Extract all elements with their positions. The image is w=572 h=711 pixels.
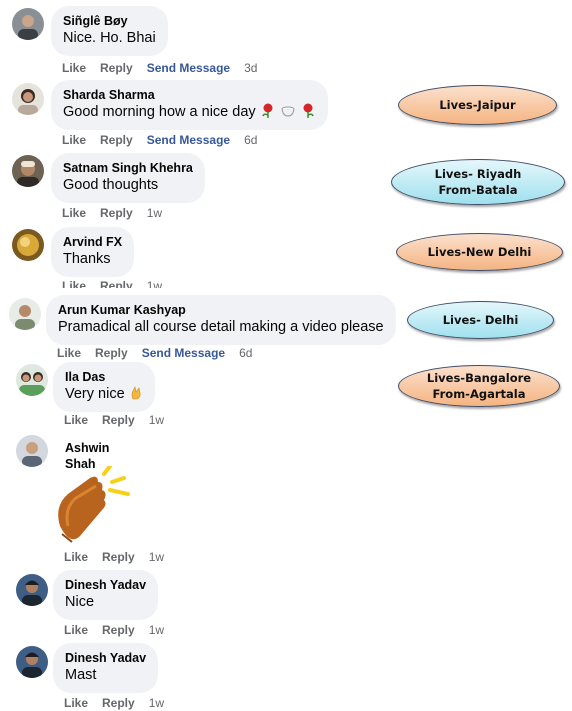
location-tag-line: Lives-Bangalore [426, 371, 532, 385]
location-tag: Lives- Riyadh From-Batala [391, 159, 565, 205]
avatar[interactable] [16, 646, 48, 678]
commenter-name[interactable]: Sharda Sharma [63, 87, 316, 103]
like-link[interactable]: Like [62, 133, 86, 147]
comment-bubble: Dinesh Yadav Nice [53, 570, 159, 620]
commenter-name[interactable]: Siñglê Bøy [63, 13, 156, 29]
location-tag-line: From-Agartala [432, 387, 526, 401]
comment-timestamp[interactable]: 1w [147, 206, 162, 220]
comment-actions: Like Reply Send Message 3d [62, 61, 271, 75]
comment-bubble: Dinesh Yadav Mast [53, 643, 159, 693]
comment-text: Nice [65, 594, 95, 610]
like-link[interactable]: Like [62, 279, 86, 288]
send-message-link[interactable]: Send Message [147, 133, 230, 147]
comment-timestamp[interactable]: 1w [149, 550, 164, 564]
like-link[interactable]: Like [64, 696, 88, 710]
reply-link[interactable]: Reply [100, 61, 133, 75]
comment-bubble: Siñglê Bøy Nice. Ho. Bhai [51, 6, 168, 56]
commenter-name[interactable]: Arun Kumar Kashyap [58, 302, 384, 318]
comment-timestamp[interactable]: 1w [149, 696, 164, 710]
commenter-name[interactable]: Dinesh Yadav [65, 577, 146, 593]
send-message-link[interactable]: Send Message [142, 346, 225, 360]
comment-text: Good thoughts [63, 177, 159, 193]
comment-timestamp[interactable]: 6d [239, 346, 252, 360]
location-tag: Lives-Bangalore From-Agartala [398, 365, 560, 407]
avatar[interactable] [12, 229, 44, 261]
like-link[interactable]: Like [62, 61, 86, 75]
ok-hand-emoji [131, 386, 141, 400]
reply-link[interactable]: Reply [100, 279, 133, 288]
location-tag-line: Lives-New Delhi [427, 245, 532, 259]
location-tag-line: From-Batala [438, 183, 518, 197]
send-message-link[interactable]: Send Message [147, 61, 230, 75]
commenter-name[interactable]: Ila Das [65, 369, 143, 385]
comment-bubble: Satnam Singh Khehra Good thoughts [51, 153, 205, 203]
reply-link[interactable]: Reply [102, 623, 135, 637]
comment-text: Very nice [65, 385, 143, 404]
like-link[interactable]: Like [64, 550, 88, 564]
comment-text: Good morning how a nice day [63, 103, 316, 122]
location-tag: Lives- Delhi [407, 301, 554, 339]
comment-bubble: Sharda Sharma Good morning how a nice da… [51, 80, 328, 130]
comment-text: Thanks [63, 251, 111, 267]
comment-timestamp[interactable]: 3d [244, 61, 257, 75]
clapping-hands-sticker [58, 466, 130, 543]
avatar[interactable] [12, 83, 44, 115]
coffee-emoji [281, 106, 295, 117]
comment-actions: Like Reply 1w [62, 279, 176, 288]
location-tag: Lives-New Delhi [396, 233, 563, 271]
avatar[interactable] [16, 435, 48, 467]
rose-emoji [303, 103, 314, 118]
comment-text: Mast [65, 667, 97, 683]
location-tag-line: Lives- Riyadh [434, 167, 522, 181]
comment-text: Pramadical all course detail making a vi… [58, 319, 384, 335]
avatar[interactable] [16, 364, 48, 396]
reply-link[interactable]: Reply [102, 550, 135, 564]
location-tag: Lives-Jaipur [398, 85, 557, 125]
reply-link[interactable]: Reply [102, 696, 135, 710]
like-link[interactable]: Like [62, 206, 86, 220]
commenter-name[interactable]: Dinesh Yadav [65, 650, 146, 666]
reply-link[interactable]: Reply [102, 413, 135, 427]
comment-actions: Like Reply Send Message 6d [62, 133, 271, 147]
comment-actions: Like Reply 1w [62, 206, 176, 220]
comment-actions: Like Reply 1w [64, 623, 178, 637]
comment-bubble: Ila Das Very nice [53, 362, 155, 412]
comment-actions: Like Reply 1w [64, 696, 178, 710]
commenter-name[interactable]: Arvind FX [63, 234, 122, 250]
rose-emoji [261, 103, 273, 118]
comment-timestamp[interactable]: 1w [149, 623, 164, 637]
comment-actions: Like Reply 1w [64, 550, 178, 564]
like-link[interactable]: Like [64, 413, 88, 427]
comment-timestamp[interactable]: 6d [244, 133, 257, 147]
reply-link[interactable]: Reply [100, 133, 133, 147]
avatar[interactable] [9, 298, 41, 330]
reply-link[interactable]: Reply [100, 206, 133, 220]
location-tag-line: Lives-Jaipur [439, 98, 516, 112]
comment-actions: Like Reply 1w [64, 413, 178, 427]
like-link[interactable]: Like [64, 623, 88, 637]
location-tag-line: Lives- Delhi [442, 313, 519, 327]
comment-timestamp[interactable]: 1w [149, 413, 164, 427]
comment-actions: Like Reply Send Message 6d [57, 346, 266, 360]
comment-bubble: Arvind FX Thanks [51, 227, 135, 277]
comment-timestamp[interactable]: 1w [147, 279, 162, 288]
like-link[interactable]: Like [57, 346, 81, 360]
reply-link[interactable]: Reply [95, 346, 128, 360]
commenter-name[interactable]: Satnam Singh Khehra [63, 160, 193, 176]
avatar[interactable] [12, 155, 44, 187]
comment-bubble: Arun Kumar Kashyap Pramadical all course… [46, 295, 396, 345]
avatar[interactable] [12, 8, 44, 40]
comment-text: Nice. Ho. Bhai [63, 30, 156, 46]
avatar[interactable] [16, 574, 48, 606]
